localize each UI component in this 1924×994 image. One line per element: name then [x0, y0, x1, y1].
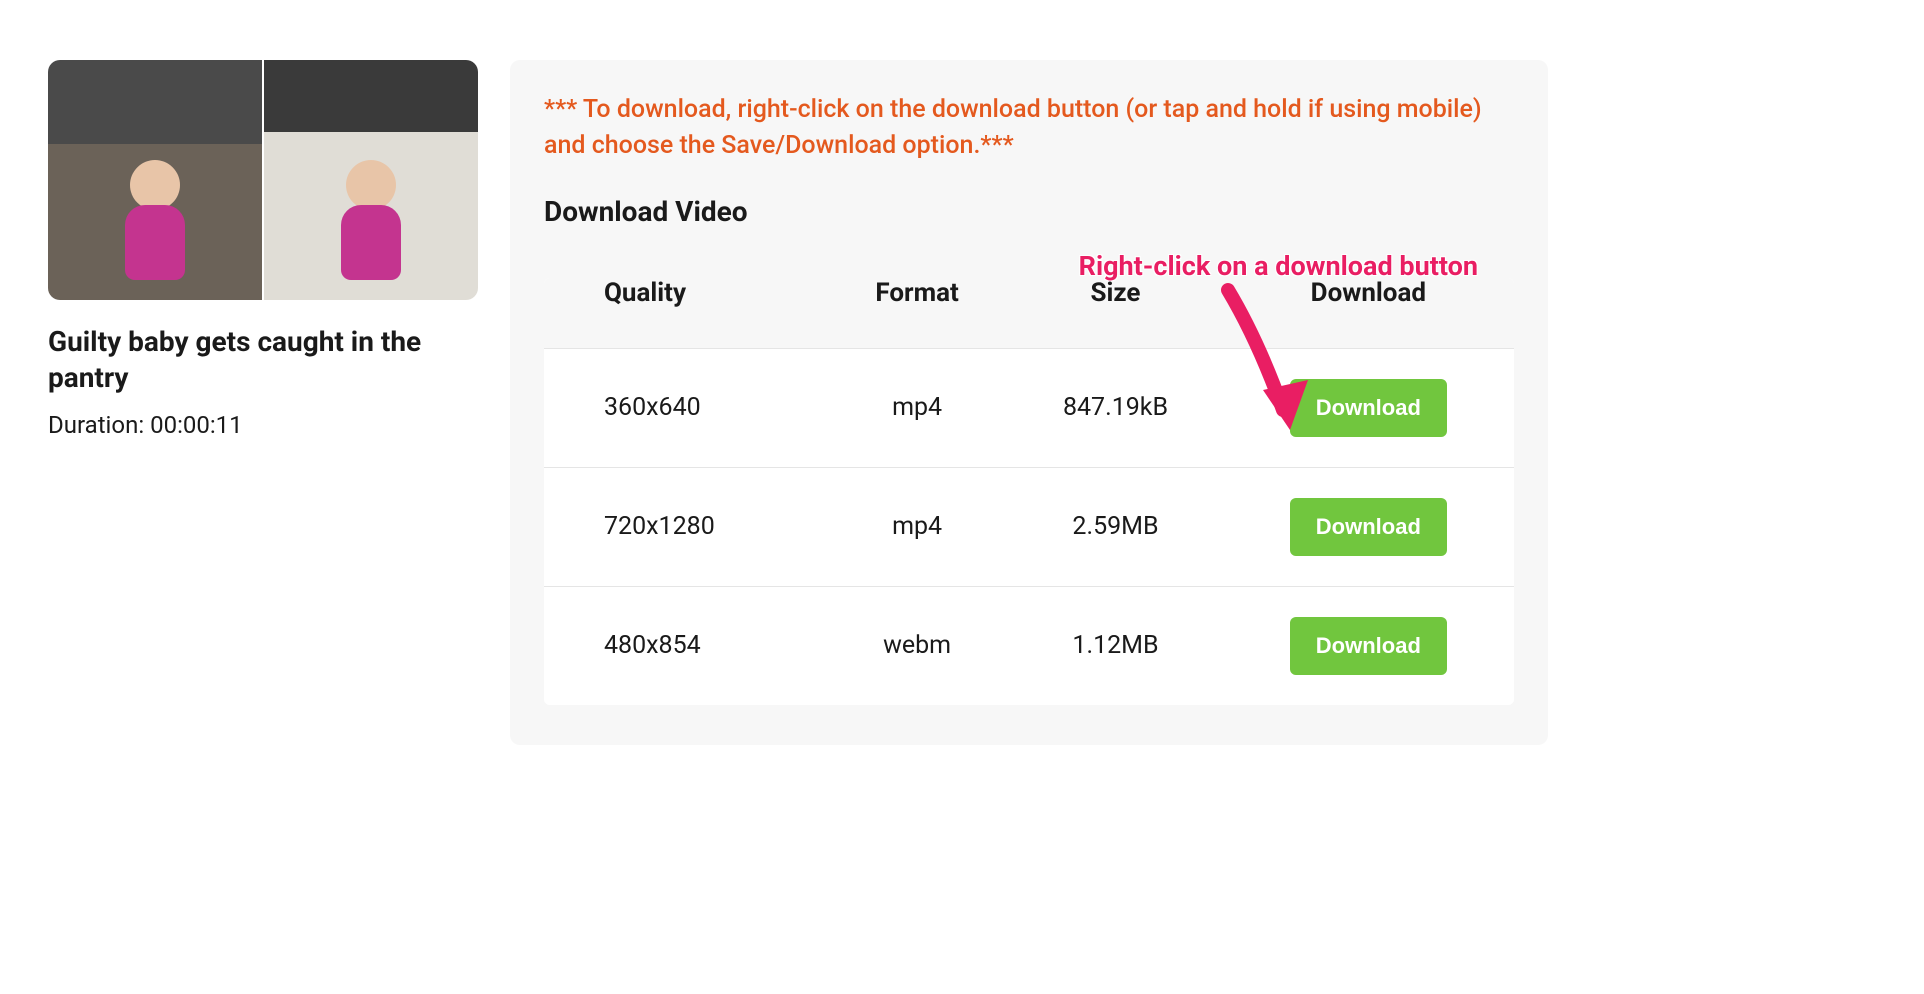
- cell-quality: 480x854: [544, 586, 826, 705]
- cell-format: mp4: [826, 467, 1008, 586]
- download-panel: *** To download, right-click on the down…: [510, 60, 1548, 745]
- cell-format: webm: [826, 586, 1008, 705]
- video-title: Guilty baby gets caught in the pantry: [48, 324, 478, 397]
- video-thumbnail[interactable]: [48, 60, 478, 300]
- table-row: 720x1280 mp4 2.59MB Download: [544, 467, 1514, 586]
- download-heading: Download Video: [544, 195, 1514, 228]
- cell-download: Download: [1223, 348, 1514, 467]
- cell-download: Download: [1223, 586, 1514, 705]
- cell-quality: 360x640: [544, 348, 826, 467]
- table-row: 480x854 webm 1.12MB Download: [544, 586, 1514, 705]
- cell-size: 847.19kB: [1008, 348, 1222, 467]
- cell-format: mp4: [826, 348, 1008, 467]
- download-button[interactable]: Download: [1290, 498, 1447, 556]
- header-quality: Quality: [544, 278, 826, 349]
- video-info-column: Guilty baby gets caught in the pantry Du…: [48, 60, 478, 745]
- thumbnail-frame-2: [264, 60, 478, 300]
- download-button[interactable]: Download: [1290, 617, 1447, 675]
- table-header-row: Quality Format Size Download: [544, 278, 1514, 349]
- page-container: Guilty baby gets caught in the pantry Du…: [48, 60, 1548, 745]
- table-row: 360x640 mp4 847.19kB Download: [544, 348, 1514, 467]
- cell-download: Download: [1223, 467, 1514, 586]
- cell-size: 1.12MB: [1008, 586, 1222, 705]
- video-duration: Duration: 00:00:11: [48, 411, 478, 439]
- cell-quality: 720x1280: [544, 467, 826, 586]
- header-size: Size: [1008, 278, 1222, 349]
- download-table: Quality Format Size Download 360x640 mp4…: [544, 278, 1514, 705]
- download-button[interactable]: Download: [1290, 379, 1447, 437]
- instruction-text: *** To download, right-click on the down…: [544, 92, 1514, 165]
- header-format: Format: [826, 278, 1008, 349]
- cell-size: 2.59MB: [1008, 467, 1222, 586]
- header-download: Download: [1223, 278, 1514, 349]
- thumbnail-frame-1: [48, 60, 262, 300]
